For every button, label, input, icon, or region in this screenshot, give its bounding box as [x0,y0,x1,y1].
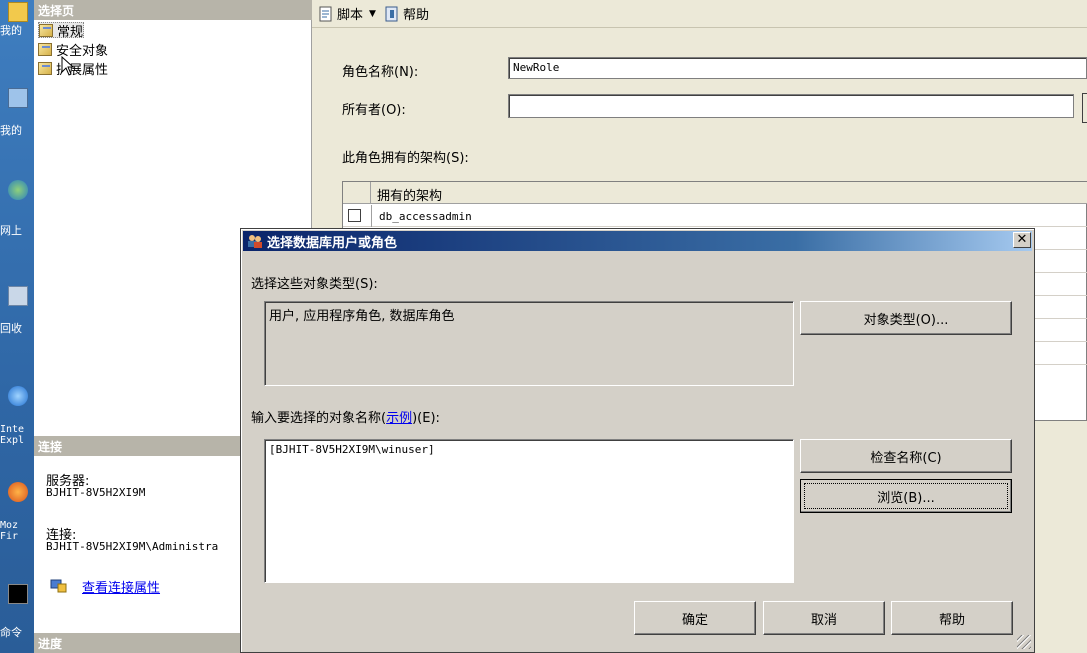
desktop-icon-label: 我的 [0,124,22,137]
object-types-label: 选择这些对象类型(S): [251,277,378,292]
network-icon[interactable] [8,180,28,200]
object-types-button[interactable]: 对象类型(O)... [800,301,1012,335]
grid-divider [371,205,372,227]
connection-properties-icon [50,579,67,593]
script-icon [319,6,332,21]
examples-link[interactable]: 示例 [386,411,412,426]
table-row[interactable]: db_accessadmin [343,205,1087,227]
desktop-icon-label: Moz [0,520,19,531]
owner-input[interactable] [508,94,1074,118]
schema-name: db_accessadmin [379,210,472,223]
desktop-icon-label: Inte [0,424,25,435]
close-icon[interactable]: ✕ [1013,232,1031,248]
script-label: 脚本 [337,8,364,23]
ok-button[interactable]: 确定 [634,601,756,635]
desktop-icon-label: 网上 [0,224,22,237]
ie-icon[interactable] [8,386,28,406]
help-label: 帮助 [402,8,429,23]
row-checkbox[interactable] [348,209,361,222]
page-item-securables[interactable]: 安全对象 [38,41,108,59]
desktop-icon-label: 回收 [0,322,22,335]
role-name-label: 角色名称(N): [342,65,419,80]
chevron-down-icon[interactable]: ▼ [369,9,376,19]
page-item-label: 常规 [57,24,84,40]
desktop-icon-label: Expl [0,435,25,446]
cmd-icon[interactable] [8,584,28,604]
view-connection-properties-link[interactable]: 查看连接属性 [82,577,160,596]
dialog-title-bar[interactable]: 选择数据库用户或角色 [243,231,1032,251]
connection-value: BJHIT-8V5H2XI9M\Administra [46,540,219,553]
select-user-role-dialog: 选择数据库用户或角色 ✕ 选择这些对象类型(S): 用户, 应用程序角色, 数据… [240,228,1035,653]
desktop-icon-label: 我的 [0,24,22,37]
desktop-icon-label: Fir [0,531,19,542]
enter-names-label: 输入要选择的对象名称(示例)(E): [251,411,440,426]
role-name-input[interactable]: NewRole [508,57,1087,79]
owner-browse-button[interactable] [1082,93,1087,123]
grid-header-label: 拥有的架构 [377,189,443,204]
dialog-title: 选择数据库用户或角色 [267,235,398,251]
help-button[interactable]: 帮助 [891,601,1013,635]
page-icon [38,61,52,75]
owned-schemas-label: 此角色拥有的架构(S): [342,151,469,166]
object-types-box: 用户, 应用程序角色, 数据库角色 [264,301,794,386]
recycle-bin-icon[interactable] [8,286,28,306]
grid-header-check-column [343,182,371,204]
help-icon [385,6,398,21]
server-value: BJHIT-8V5H2XI9M [46,486,146,499]
help-button[interactable]: 帮助 [384,4,429,23]
page-icon [39,23,53,37]
object-names-input[interactable]: [BJHIT-8V5H2XI9M\winuser] [264,439,794,583]
firefox-icon[interactable] [8,482,28,502]
toolbar: 脚本 ▼ 帮助 [312,0,1087,28]
check-names-button[interactable]: 检查名称(C) [800,439,1012,473]
select-page-header: 选择页 [34,0,312,20]
folder-icon[interactable] [8,2,28,22]
desktop-strip: 我的 我的 网上 回收 Inte Expl Moz Fir 命令 [0,0,34,653]
desktop-icon-label: 命令 [0,626,22,639]
resize-grip-icon[interactable] [1017,635,1031,649]
cancel-button[interactable]: 取消 [763,601,885,635]
browse-button[interactable]: 浏览(B)... [800,479,1012,513]
computer-icon[interactable] [8,88,28,108]
grid-header: 拥有的架构 [343,182,1087,204]
script-button[interactable]: 脚本 ▼ [318,4,376,23]
users-icon [248,235,262,248]
owner-label: 所有者(O): [342,103,406,118]
mouse-cursor-icon [61,56,75,76]
page-icon [38,42,52,56]
page-item-general[interactable]: 常规 [38,22,85,40]
